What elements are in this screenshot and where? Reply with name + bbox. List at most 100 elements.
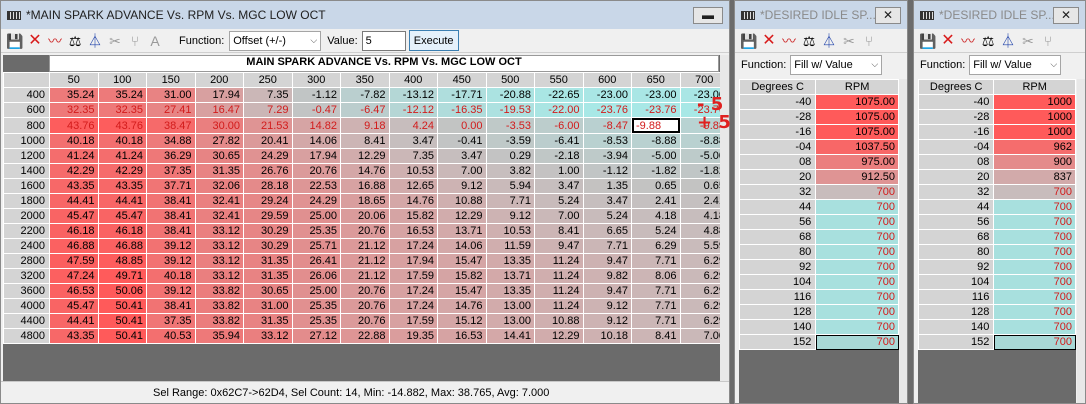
table-cell[interactable]: 700 [815,199,899,215]
row-header[interactable]: 20 [738,169,817,185]
table-cell[interactable]: 700 [993,214,1076,230]
table-cell[interactable]: 19.35 [388,328,438,344]
table-cell[interactable]: 46.18 [49,223,99,239]
row-header[interactable]: -40 [917,94,995,110]
cut-icon[interactable]: ✂ [1018,31,1038,51]
balance-icon[interactable]: ⚖ [65,31,85,51]
table-cell[interactable]: 33.82 [194,313,244,329]
table-cell[interactable]: 29.59 [243,208,293,224]
row-header[interactable]: -28 [738,109,817,125]
table-cell[interactable]: 44.41 [97,193,147,209]
row-header[interactable]: 56 [738,214,817,230]
table-cell[interactable]: -3.53 [485,117,535,134]
row-header[interactable]: 1200 [3,148,50,164]
table-cell[interactable]: 25.35 [291,313,341,329]
table-cell[interactable]: 38.41 [146,193,196,209]
table-cell[interactable]: 17.24 [388,298,438,314]
row-header[interactable]: 104 [738,274,817,290]
table-cell[interactable]: 7.29 [243,102,293,118]
function-select[interactable]: Offset (+/-) ⌵ [229,30,322,51]
table-cell[interactable]: 7.35 [243,87,293,103]
row-header[interactable]: 140 [917,319,995,335]
table-cell[interactable]: 900 [993,154,1076,170]
row-header[interactable]: -16 [738,124,817,140]
row-header[interactable]: 1600 [3,178,50,194]
table-cell[interactable]: 5.94 [485,178,535,194]
table-cell[interactable]: 35.94 [194,328,244,344]
table-cell[interactable]: 26.76 [243,163,293,179]
column-header[interactable]: 100 [97,72,147,88]
table-cell[interactable]: 15.82 [388,208,438,224]
balance-icon[interactable]: ⚖ [978,31,998,51]
save-icon[interactable]: 💾 [5,31,25,51]
close-x-icon[interactable]: ✕ [759,31,779,51]
table-cell[interactable]: 40.18 [49,133,99,149]
table-cell[interactable]: 15.82 [437,268,487,284]
column-header[interactable]: 200 [194,72,244,88]
table-cell[interactable]: 21.53 [243,117,293,134]
table-cell[interactable]: 7.35 [388,148,438,164]
table-cell[interactable]: 33.82 [194,298,244,314]
row-header[interactable]: 92 [738,259,817,275]
table-cell[interactable]: 3.82 [485,163,535,179]
close-x-icon[interactable]: ✕ [938,31,958,51]
table-cell[interactable]: -23.00 [631,87,681,103]
table-cell[interactable]: 20.76 [340,223,390,239]
table-cell[interactable]: -23.76 [582,102,632,118]
table-cell[interactable]: 39.12 [146,238,196,254]
table-cell[interactable]: 46.88 [97,238,147,254]
table-cell[interactable]: 15.12 [437,313,487,329]
table-cell[interactable]: 13.71 [485,268,535,284]
table-cell[interactable]: -20.88 [485,87,535,103]
table-cell[interactable]: 36.29 [146,148,196,164]
table-cell[interactable]: -6.00 [534,117,584,134]
cut-icon[interactable]: ✂ [839,31,859,51]
table-cell[interactable]: 22.53 [291,178,341,194]
table-cell[interactable]: 700 [815,229,899,245]
table-cell[interactable]: 3.47 [388,133,438,149]
rpm-header[interactable]: RPM [993,79,1076,95]
value-input[interactable]: 5 [361,30,406,51]
table-cell[interactable]: 48.85 [97,253,147,269]
table-cell[interactable]: 17.59 [388,268,438,284]
table-cell[interactable]: 29.24 [243,193,293,209]
table-cell[interactable]: 27.12 [291,328,341,344]
table-cell[interactable]: 12.29 [534,328,584,344]
execute-button[interactable]: Execute [408,30,459,51]
flask-icon[interactable]: ⏃ [85,31,105,51]
table-cell[interactable]: 37.35 [146,163,196,179]
table-cell[interactable]: 10.53 [485,223,535,239]
row-header[interactable]: 56 [917,214,995,230]
table-cell[interactable]: 7.00 [534,208,584,224]
column-header[interactable]: 250 [243,72,293,88]
table-cell[interactable]: -1.82 [631,163,681,179]
row-header[interactable]: 600 [3,102,50,118]
row-header[interactable]: 800 [3,117,50,134]
table-cell[interactable]: 14.06 [437,238,487,254]
table-cell[interactable]: 1075.00 [815,124,899,140]
table-cell[interactable]: -2.18 [534,148,584,164]
table-cell[interactable]: 15.47 [437,283,487,299]
table-cell[interactable]: 9.12 [485,208,535,224]
table-cell[interactable]: 700 [993,184,1076,200]
table-cell[interactable]: 34.88 [146,133,196,149]
table-cell[interactable]: -22.00 [534,102,584,118]
table-cell[interactable]: -6.47 [340,102,390,118]
table-cell[interactable]: 975.00 [815,154,899,170]
row-header[interactable]: -16 [917,124,995,140]
table-cell[interactable]: 21.12 [340,268,390,284]
table-cell[interactable]: 37.71 [146,178,196,194]
graph-icon[interactable]: 〰 [45,31,65,51]
table-cell[interactable]: 5.24 [582,208,632,224]
row-header[interactable]: 128 [917,304,995,320]
table-cell[interactable]: 32.35 [97,102,147,118]
table-cell[interactable]: 700 [993,199,1076,215]
table-cell[interactable]: 700 [815,304,899,320]
row-header[interactable]: 2000 [3,208,50,224]
graph-icon[interactable]: 〰 [958,31,978,51]
table-cell[interactable]: 25.00 [291,208,341,224]
row-header[interactable]: 08 [917,154,995,170]
row-header[interactable]: -28 [917,109,995,125]
table-cell[interactable]: 30.29 [243,223,293,239]
spark-table[interactable]: 50 100 150 200 250 300 350 400 450 500 550 600 650 70… [3,72,729,344]
